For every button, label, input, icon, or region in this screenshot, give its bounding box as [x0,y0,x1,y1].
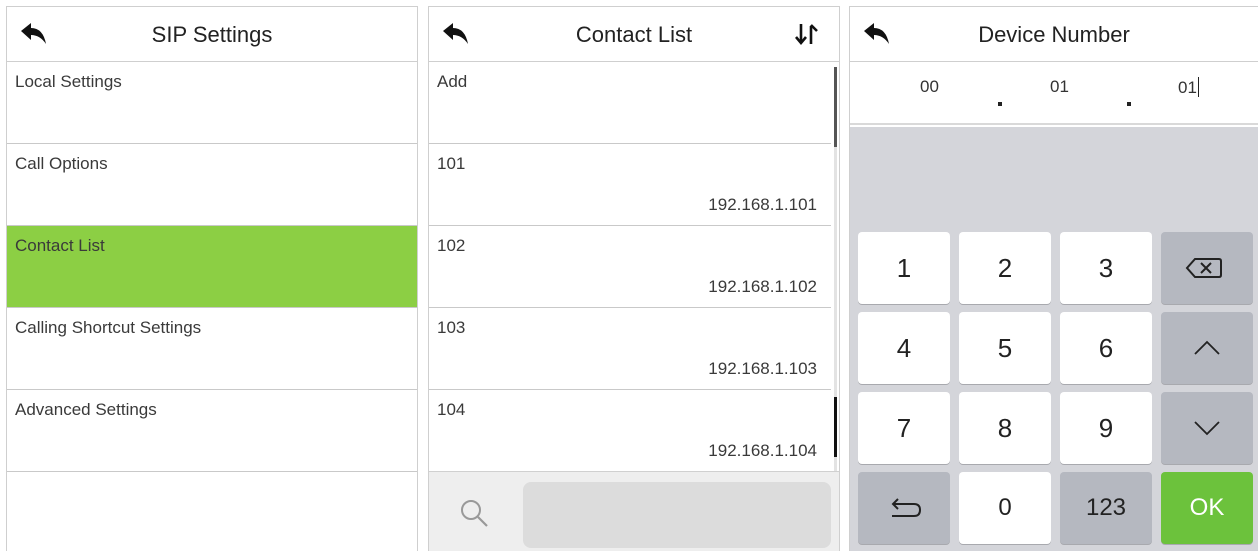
contact-number: 103 [437,318,466,337]
key-9[interactable]: 9 [1060,392,1152,464]
contact-row[interactable]: 101 192.168.1.101 [429,144,831,226]
ok-button[interactable]: OK [1161,472,1253,544]
menu-item-local-settings[interactable]: Local Settings [7,62,417,144]
key-4[interactable]: 4 [858,312,950,384]
search-bar [429,471,839,551]
contact-row[interactable]: 102 192.168.1.102 [429,226,831,308]
contact-number: 104 [437,400,466,419]
scrollbar-thumb-end [834,397,837,457]
key-5[interactable]: 5 [959,312,1051,384]
search-icon[interactable] [459,498,489,528]
key-6[interactable]: 6 [1060,312,1152,384]
number-segment-1[interactable]: 00 [920,77,939,97]
menu-item-advanced-settings[interactable]: Advanced Settings [7,390,417,472]
number-segment-3[interactable]: 01 [1178,77,1199,98]
mode-key-123[interactable]: 123 [1060,472,1152,544]
key-7[interactable]: 7 [858,392,950,464]
text-caret [1197,77,1199,97]
add-contact-row[interactable]: Add [429,62,831,144]
menu-item-contact-list[interactable]: Contact List [7,226,417,308]
sip-settings-panel: SIP Settings Local Settings Call Options… [6,6,418,551]
chevron-down-icon [1194,421,1220,436]
number-segment-3-value: 01 [1178,78,1197,97]
menu-item-label: Local Settings [15,72,122,91]
separator-dot [998,102,1002,106]
page-title: Contact List [575,22,693,47]
add-label: Add [437,72,468,91]
menu-item-label: Contact List [15,236,105,255]
page-title: Device Number [978,22,1130,47]
chevron-up-icon [1194,340,1220,355]
device-number-field[interactable]: 00 01 01 [850,63,1258,125]
up-key[interactable] [1161,312,1253,384]
device-number-panel: Device Number 00 01 01 1 2 3 4 5 6 7 8 9… [849,6,1258,551]
menu-item-label: Calling Shortcut Settings [15,318,202,337]
sip-settings-header: SIP Settings [7,7,417,62]
contact-list-panel: Contact List Add 101 192.168.1.101 102 1… [428,6,840,551]
separator-dot [1127,102,1131,106]
contact-ip: 192.168.1.102 [708,277,817,296]
backspace-icon [1185,258,1222,278]
scrollbar-thumb[interactable] [834,67,837,147]
key-0[interactable]: 0 [959,472,1051,544]
contact-ip: 192.168.1.104 [708,441,817,460]
contact-row[interactable]: 103 192.168.1.103 [429,308,831,390]
key-3[interactable]: 3 [1060,232,1152,304]
number-segment-2[interactable]: 01 [1050,77,1069,97]
sort-icon[interactable] [793,22,819,46]
scrollbar[interactable] [834,67,837,472]
key-1[interactable]: 1 [858,232,950,304]
page-title: SIP Settings [151,22,273,47]
search-input[interactable] [523,482,831,548]
contact-list-header: Contact List [429,7,839,62]
numeric-keypad: 1 2 3 4 5 6 7 8 9 0 123 OK [850,127,1258,551]
contact-ip: 192.168.1.101 [708,195,817,214]
menu-item-label: Advanced Settings [15,400,157,419]
contact-row[interactable]: 104 192.168.1.104 [429,390,831,472]
key-8[interactable]: 8 [959,392,1051,464]
menu-item-calling-shortcut-settings[interactable]: Calling Shortcut Settings [7,308,417,390]
contact-ip: 192.168.1.103 [708,359,817,378]
down-key[interactable] [1161,392,1253,464]
menu-item-call-options[interactable]: Call Options [7,144,417,226]
contact-number: 102 [437,236,466,255]
key-2[interactable]: 2 [959,232,1051,304]
menu-item-label: Call Options [15,154,108,173]
return-arrow-icon [891,498,922,517]
device-number-header: Device Number [850,7,1258,62]
contact-number: 101 [437,154,466,173]
return-key[interactable] [858,472,950,544]
backspace-key[interactable] [1161,232,1253,304]
